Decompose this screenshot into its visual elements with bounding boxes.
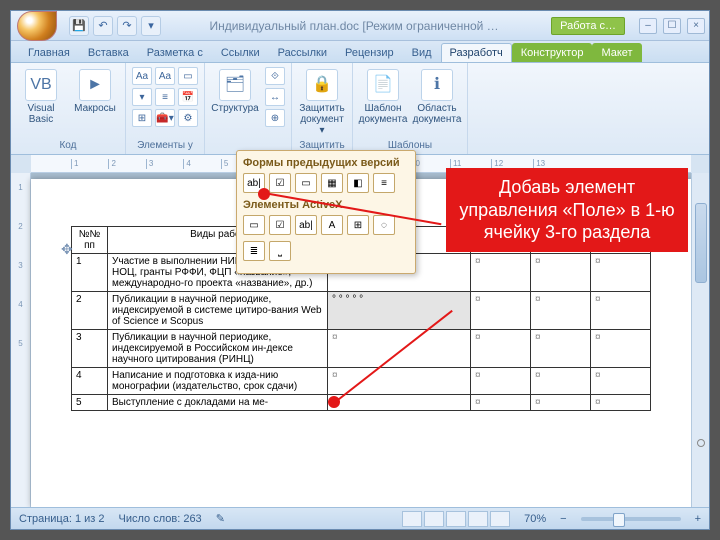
title-bar: 💾 ↶ ↷ ▾ Индивидуальный план.doc [Режим о… [11, 11, 709, 41]
visual-basic-button[interactable]: VBVisual Basic [17, 67, 65, 127]
structure-icon: 🗂 [219, 69, 251, 101]
legacy-checkbox-icon[interactable]: ☑ [269, 173, 291, 193]
quick-access-toolbar: 💾 ↶ ↷ ▾ [69, 16, 161, 36]
qat-redo-button[interactable]: ↷ [117, 16, 137, 36]
ribbon: VBVisual Basic ►Макросы Код Aa Aa ▭ ▾ ≡ … [11, 63, 709, 155]
legacy-frame-icon[interactable]: ▦ [321, 173, 343, 193]
group-controls-label: Элементы у [137, 139, 193, 152]
control-group-icon[interactable]: ⊞ [132, 109, 152, 127]
tab-page-layout[interactable]: Разметка с [138, 43, 212, 62]
legacy-tools-button[interactable]: 🧰▾ [155, 109, 175, 127]
table-row: 5 Выступление с докладами на ме- ¤¤¤¤ [72, 395, 651, 411]
control-dropdown-icon[interactable]: ≡ [155, 88, 175, 106]
table-row: 3 Публикации в научной периодике, индекс… [72, 330, 651, 368]
legacy-reset-icon[interactable]: ≡ [373, 173, 395, 193]
zoom-slider[interactable] [581, 517, 681, 521]
ribbon-tabs: Главная Вставка Разметка с Ссылки Рассыл… [11, 41, 709, 63]
template-icon: 📄 [367, 69, 399, 101]
qat-undo-button[interactable]: ↶ [93, 16, 113, 36]
col-header-num: №№ пп [72, 227, 108, 254]
activex-command-icon[interactable]: ab| [295, 215, 317, 235]
panel-icon: ℹ [421, 69, 453, 101]
schema-icon[interactable]: ⟐ [265, 67, 285, 85]
view-buttons [402, 511, 510, 527]
group-code: VBVisual Basic ►Макросы Код [11, 63, 126, 154]
table-move-handle-icon[interactable]: ✥ [61, 241, 73, 258]
group-protect: 🔒Защитить документ ▾ Защитить [292, 63, 353, 154]
control-picture-icon[interactable]: ▭ [178, 67, 198, 85]
qat-customize-button[interactable]: ▾ [141, 16, 161, 36]
zoom-out-button[interactable]: − [560, 513, 566, 525]
protect-document-button[interactable]: 🔒Защитить документ ▾ [298, 67, 346, 138]
document-panel-button[interactable]: ℹОбласть документа [413, 67, 461, 127]
close-button[interactable]: × [687, 18, 705, 34]
macros-icon: ► [79, 69, 111, 101]
vertical-ruler[interactable]: 12345 [11, 173, 31, 507]
control-combobox-icon[interactable]: ▾ [132, 88, 152, 106]
vertical-scrollbar[interactable] [691, 173, 709, 507]
tab-table-design[interactable]: Конструктор [512, 43, 593, 62]
scrollbar-thumb[interactable] [695, 203, 707, 283]
activex-checkbox-icon[interactable]: ▭ [243, 215, 265, 235]
tab-insert[interactable]: Вставка [79, 43, 138, 62]
expansion-icon[interactable]: ⊕ [265, 109, 285, 127]
window-title: Индивидуальный план.doc [Режим ограничен… [167, 19, 541, 33]
transform-icon[interactable]: ↔ [265, 88, 285, 106]
minimize-button[interactable]: – [639, 18, 657, 34]
tab-references[interactable]: Ссылки [212, 43, 269, 62]
table-row: 2 Публикации в научной периодике, индекс… [72, 292, 651, 330]
context-tab-pill: Работа с… [551, 17, 625, 35]
control-plaintext-icon[interactable]: Aa [155, 67, 175, 85]
tab-developer[interactable]: Разработч [441, 43, 512, 62]
legacy-dropdown-icon[interactable]: ▭ [295, 173, 317, 193]
visual-basic-icon: VB [25, 69, 57, 101]
status-proofing-icon[interactable]: ✎ [216, 512, 225, 525]
activex-label-icon[interactable]: A [321, 215, 343, 235]
view-print-layout-button[interactable] [402, 511, 422, 527]
activex-toggle-icon[interactable]: ⎵ [269, 241, 291, 261]
group-code-label: Код [59, 139, 76, 152]
maximize-button[interactable]: ☐ [663, 18, 681, 34]
status-word-count[interactable]: Число слов: 263 [119, 513, 202, 525]
view-fullscreen-button[interactable] [424, 511, 444, 527]
lock-icon: 🔒 [306, 69, 338, 101]
tab-home[interactable]: Главная [19, 43, 79, 62]
instruction-callout: Добавь элемент управления «Поле» в 1-ю я… [446, 168, 688, 252]
activex-option-icon[interactable]: ◌ [373, 215, 395, 235]
callout-pointer-dot [258, 188, 270, 200]
group-templates: 📄Шаблон документа ℹОбласть документа Шаб… [353, 63, 468, 154]
activex-image-icon[interactable]: ⊞ [347, 215, 369, 235]
tab-table-layout[interactable]: Макет [592, 43, 641, 62]
document-template-button[interactable]: 📄Шаблон документа [359, 67, 407, 127]
activex-textbox-icon[interactable]: ☑ [269, 215, 291, 235]
legacy-shading-icon[interactable]: ◧ [347, 173, 369, 193]
control-properties-icon[interactable]: ⚙ [178, 109, 198, 127]
status-bar: Страница: 1 из 2 Число слов: 263 ✎ 70% −… [11, 507, 709, 529]
legacy-forms-title: Формы предыдущих версий [243, 157, 409, 169]
controls-grid: Aa Aa ▭ ▾ ≡ 📅 ⊞ 🧰▾ ⚙ [132, 67, 198, 127]
control-richtext-icon[interactable]: Aa [132, 67, 152, 85]
activex-combo-icon[interactable]: ≣ [243, 241, 265, 261]
control-datepicker-icon[interactable]: 📅 [178, 88, 198, 106]
qat-save-button[interactable]: 💾 [69, 16, 89, 36]
group-controls: Aa Aa ▭ ▾ ≡ 📅 ⊞ 🧰▾ ⚙ Элементы у [126, 63, 205, 154]
view-web-button[interactable] [446, 511, 466, 527]
tab-review[interactable]: Рецензир [336, 43, 403, 62]
callout-pointer-dot [328, 396, 340, 408]
zoom-in-button[interactable]: + [695, 513, 701, 525]
structure-button[interactable]: 🗂Структура [211, 67, 259, 116]
legacy-forms-popup: Формы предыдущих версий ab| ☑ ▭ ▦ ◧ ≡ Эл… [236, 150, 416, 274]
tab-view[interactable]: Вид [403, 43, 441, 62]
view-draft-button[interactable] [490, 511, 510, 527]
view-outline-button[interactable] [468, 511, 488, 527]
office-button[interactable] [17, 11, 57, 41]
zoom-level[interactable]: 70% [524, 513, 546, 525]
browse-object-icon[interactable] [697, 439, 705, 447]
status-page[interactable]: Страница: 1 из 2 [19, 513, 105, 525]
macros-button[interactable]: ►Макросы [71, 67, 119, 116]
group-xml: 🗂Структура ⟐ ↔ ⊕ [205, 63, 292, 154]
tab-mailings[interactable]: Рассылки [269, 43, 336, 62]
